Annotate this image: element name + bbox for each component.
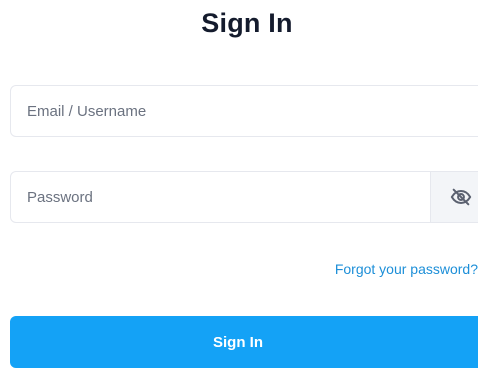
email-input[interactable] <box>11 86 478 136</box>
page-title: Sign In <box>201 8 293 38</box>
forgot-password-link[interactable]: Forgot your password? <box>335 261 478 277</box>
eye-off-icon <box>450 188 472 206</box>
password-visibility-toggle[interactable] <box>430 172 478 222</box>
password-field[interactable] <box>10 171 478 223</box>
email-field[interactable] <box>10 85 478 137</box>
password-input[interactable] <box>11 172 427 222</box>
sign-in-button[interactable]: Sign In <box>10 316 478 368</box>
